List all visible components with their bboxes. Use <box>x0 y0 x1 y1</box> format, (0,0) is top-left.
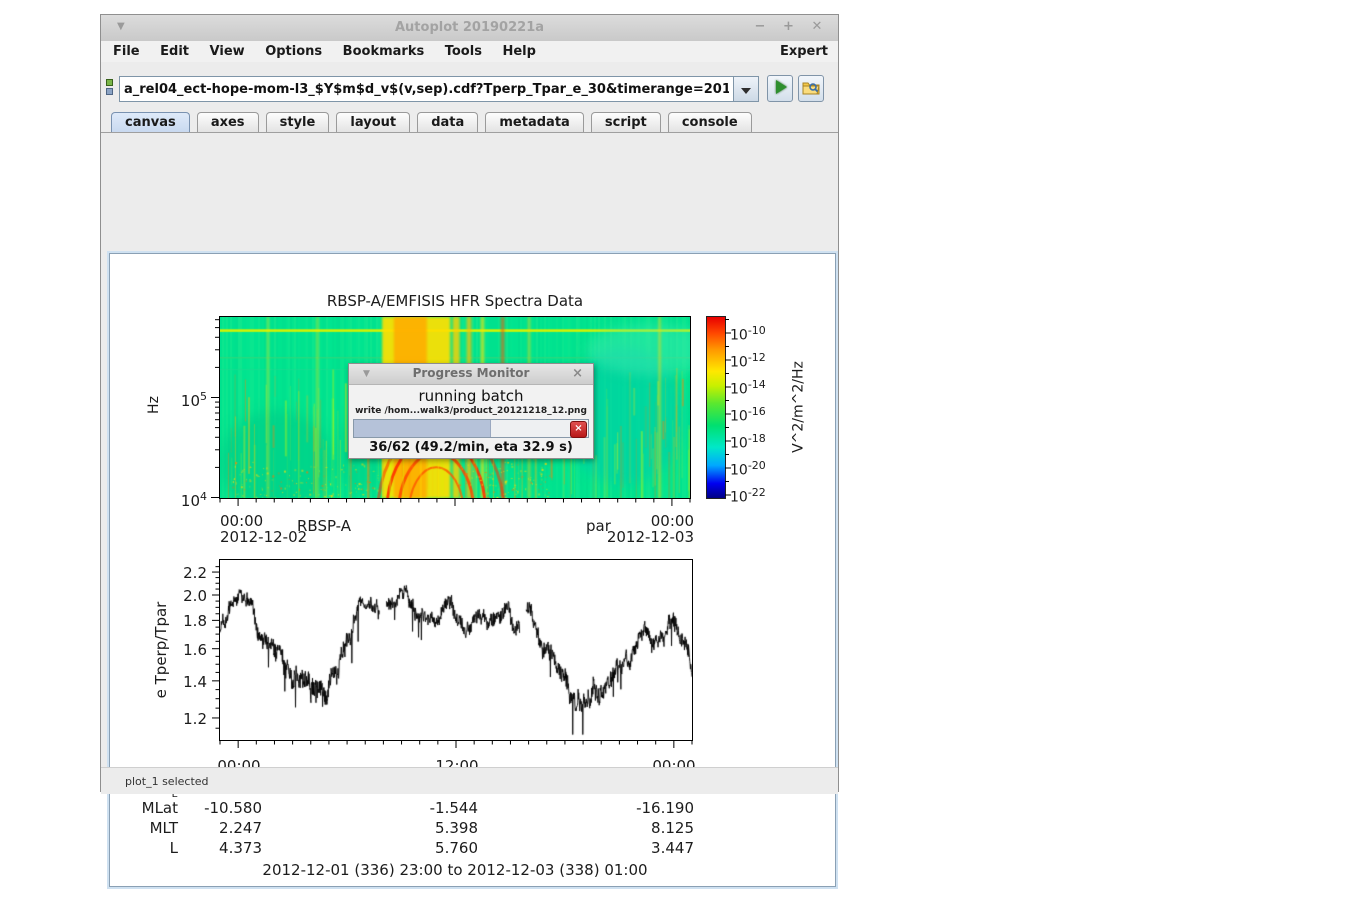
caret-down-icon <box>741 88 751 94</box>
menu-bookmarks[interactable]: Bookmarks <box>335 43 433 60</box>
tab-data[interactable]: data <box>417 112 478 133</box>
tab-bar: canvas axes style layout data metadata s… <box>101 111 838 132</box>
status-bar: plot_1 selected <box>101 767 838 794</box>
menu-edit[interactable]: Edit <box>152 43 197 60</box>
progress-bar-fill <box>354 420 491 437</box>
window-titlebar[interactable]: ▼ Autoplot 20190221a − + ✕ <box>101 15 838 42</box>
menu-options[interactable]: Options <box>257 43 330 60</box>
spectrogram-ytick: 105 <box>157 390 207 406</box>
menu-file[interactable]: File <box>105 43 148 60</box>
table-cell: 8.125 <box>594 819 694 837</box>
menu-tools[interactable]: Tools <box>437 43 490 60</box>
colorbar-tick: 10-16 <box>730 405 788 423</box>
dialog-titlebar[interactable]: ▼ Progress Monitor × <box>349 364 593 385</box>
datasource-icon <box>106 79 115 97</box>
window-controls: − + ✕ <box>745 19 826 34</box>
plot-title: RBSP-A/EMFISIS HFR Spectra Data <box>220 292 690 310</box>
table-cell: 3.447 <box>594 839 694 857</box>
folder-search-icon <box>802 80 820 96</box>
colorbar-tick: 10-14 <box>730 378 788 396</box>
colorbar-tick: 10-10 <box>730 324 788 342</box>
colorbar-tick: 10-22 <box>730 486 788 504</box>
line-plot-title-fragment-right: par <box>586 517 611 535</box>
line-ylabel: e Tperp/Tpar <box>152 590 168 710</box>
progress-monitor-dialog[interactable]: ▼ Progress Monitor × running batch write… <box>348 363 594 459</box>
expert-mode-label[interactable]: Expert <box>780 44 828 59</box>
menubar: File Edit View Options Bookmarks Tools H… <box>101 41 838 63</box>
table-cell: -1.544 <box>378 799 478 817</box>
progress-cancel-button[interactable]: × <box>570 421 587 438</box>
status-text: plot_1 selected <box>125 775 209 788</box>
uri-input[interactable] <box>119 76 733 102</box>
menu-view[interactable]: View <box>202 43 253 60</box>
line-plot-canvas[interactable] <box>220 560 692 740</box>
desktop: ▼ Autoplot 20190221a − + ✕ File Edit Vie… <box>0 0 1345 916</box>
tab-canvas[interactable]: canvas <box>111 112 190 133</box>
menu-help[interactable]: Help <box>494 43 543 60</box>
colorbar-tick: 10-18 <box>730 432 788 450</box>
maximize-button[interactable]: + <box>779 19 797 34</box>
table-cell: 2.247 <box>162 819 262 837</box>
dialog-close-icon[interactable]: × <box>572 366 583 381</box>
tab-axes[interactable]: axes <box>197 112 259 133</box>
time-range-label: 2012-12-01 (336) 23:00 to 2012-12-03 (33… <box>220 861 690 879</box>
inspect-button[interactable] <box>798 75 824 102</box>
progress-bar: × <box>353 419 589 438</box>
spectrogram-ytick: 104 <box>157 490 207 506</box>
colorbar-tick: 10-12 <box>730 351 788 369</box>
tab-metadata[interactable]: metadata <box>485 112 583 133</box>
window-title: Autoplot 20190221a <box>101 20 838 35</box>
colorbar-axis-label: V^2/m^2/Hz <box>791 317 807 498</box>
progress-detail-label: write /hom...walk3/product_20121218_12.p… <box>349 406 593 416</box>
line-ytick: 1.2 <box>157 710 207 726</box>
line-ytick: 2.2 <box>157 564 207 580</box>
table-cell: 4.373 <box>162 839 262 857</box>
table-cell: 5.398 <box>378 819 478 837</box>
table-cell: 5.760 <box>378 839 478 857</box>
go-button[interactable] <box>767 75 793 102</box>
colorbar <box>706 316 726 499</box>
tab-script[interactable]: script <box>591 112 661 133</box>
line-plot[interactable] <box>219 559 693 741</box>
autoplot-window: ▼ Autoplot 20190221a − + ✕ File Edit Vie… <box>100 14 839 792</box>
tab-console[interactable]: console <box>668 112 752 133</box>
table-cell: -16.190 <box>594 799 694 817</box>
dialog-title: Progress Monitor <box>349 366 593 380</box>
spectrogram-xtick-start: 00:00 2012-12-02 <box>220 513 307 545</box>
progress-status-label: 36/62 (49.2/min, eta 32.9 s) <box>349 438 593 458</box>
line-plot-title-fragment-left: RBSP-A <box>297 517 351 535</box>
close-button[interactable]: ✕ <box>808 19 826 34</box>
tab-layout[interactable]: layout <box>336 112 410 133</box>
progress-task-label: running batch <box>349 387 593 405</box>
tab-style[interactable]: style <box>266 112 330 133</box>
table-cell: -10.580 <box>162 799 262 817</box>
minimize-button[interactable]: − <box>751 19 769 34</box>
colorbar-tick: 10-20 <box>730 459 788 477</box>
play-icon <box>776 80 787 94</box>
address-toolbar <box>101 62 838 111</box>
uri-dropdown-button[interactable] <box>733 76 759 102</box>
